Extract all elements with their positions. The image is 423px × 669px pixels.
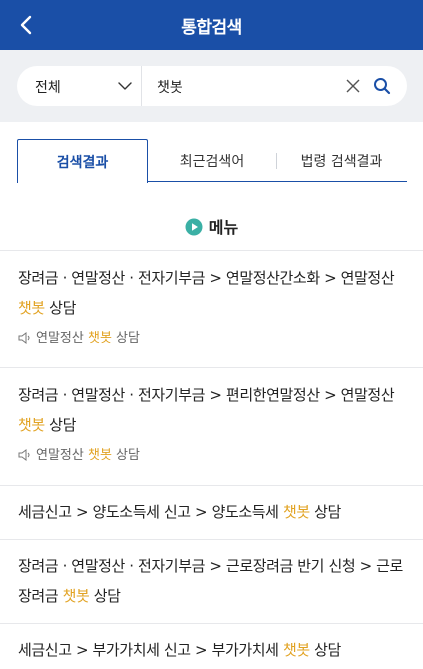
chevron-down-icon[interactable] (117, 78, 133, 94)
result-tabs: 검색결과 최근검색어 법령 검색결과 (17, 139, 407, 183)
app-header: 통합검색 (0, 0, 423, 50)
tab-law-results[interactable]: 법령 검색결과 (276, 139, 407, 182)
result-list: 장려금 · 연말정산 · 전자기부금 > 연말정산간소화 > 연말정산 챗봇 상… (0, 250, 423, 669)
section-heading: 메뉴 (0, 214, 423, 238)
list-item[interactable]: 세금신고 > 부가가치세 신고 > 부가가치세 챗봇 상담 (0, 624, 423, 669)
page-title: 통합검색 (181, 18, 242, 38)
result-path[interactable]: 세금신고 > 부가가치세 신고 > 부가가치세 챗봇 상담 (18, 635, 405, 665)
tab-recent-searches[interactable]: 최근검색어 (148, 139, 276, 182)
list-item[interactable]: 장려금 · 연말정산 · 전자기부금 > 편리한연말정산 > 연말정산 챗봇 상… (0, 368, 423, 485)
speaker-icon (18, 449, 30, 461)
close-icon (346, 79, 360, 93)
list-item[interactable]: 장려금 · 연말정산 · 전자기부금 > 연말정산간소화 > 연말정산 챗봇 상… (0, 251, 423, 367)
search-box: 전체 챗봇 (17, 66, 407, 106)
result-path[interactable]: 장려금 · 연말정산 · 전자기부금 > 근로장려금 반기 신청 > 근로장려금… (18, 551, 405, 611)
result-subtitle: 연말정산 챗봇 상담 (18, 329, 405, 349)
result-path[interactable]: 장려금 · 연말정산 · 전자기부금 > 편리한연말정산 > 연말정산 챗봇 상… (18, 380, 405, 440)
tab-search-results[interactable]: 검색결과 (17, 139, 148, 183)
search-scope-select[interactable]: 전체 (35, 77, 61, 97)
list-item[interactable]: 장려금 · 연말정산 · 전자기부금 > 근로장려금 반기 신청 > 근로장려금… (0, 540, 423, 623)
search-icon (374, 78, 391, 95)
clear-button[interactable] (344, 77, 362, 95)
result-subtitle: 연말정산 챗봇 상담 (18, 446, 405, 466)
result-path[interactable]: 장려금 · 연말정산 · 전자기부금 > 연말정산간소화 > 연말정산 챗봇 상… (18, 263, 405, 323)
result-path[interactable]: 세금신고 > 양도소득세 신고 > 양도소득세 챗봇 상담 (18, 497, 405, 527)
speaker-icon (18, 332, 30, 344)
play-circle-icon (185, 218, 203, 236)
list-item[interactable]: 세금신고 > 양도소득세 신고 > 양도소득세 챗봇 상담 (0, 486, 423, 539)
search-button[interactable] (372, 76, 392, 96)
section-title: 메뉴 (208, 218, 239, 237)
search-divider (141, 66, 142, 106)
search-input[interactable]: 챗봇 (157, 77, 183, 97)
search-area: 전체 챗봇 (0, 50, 423, 122)
